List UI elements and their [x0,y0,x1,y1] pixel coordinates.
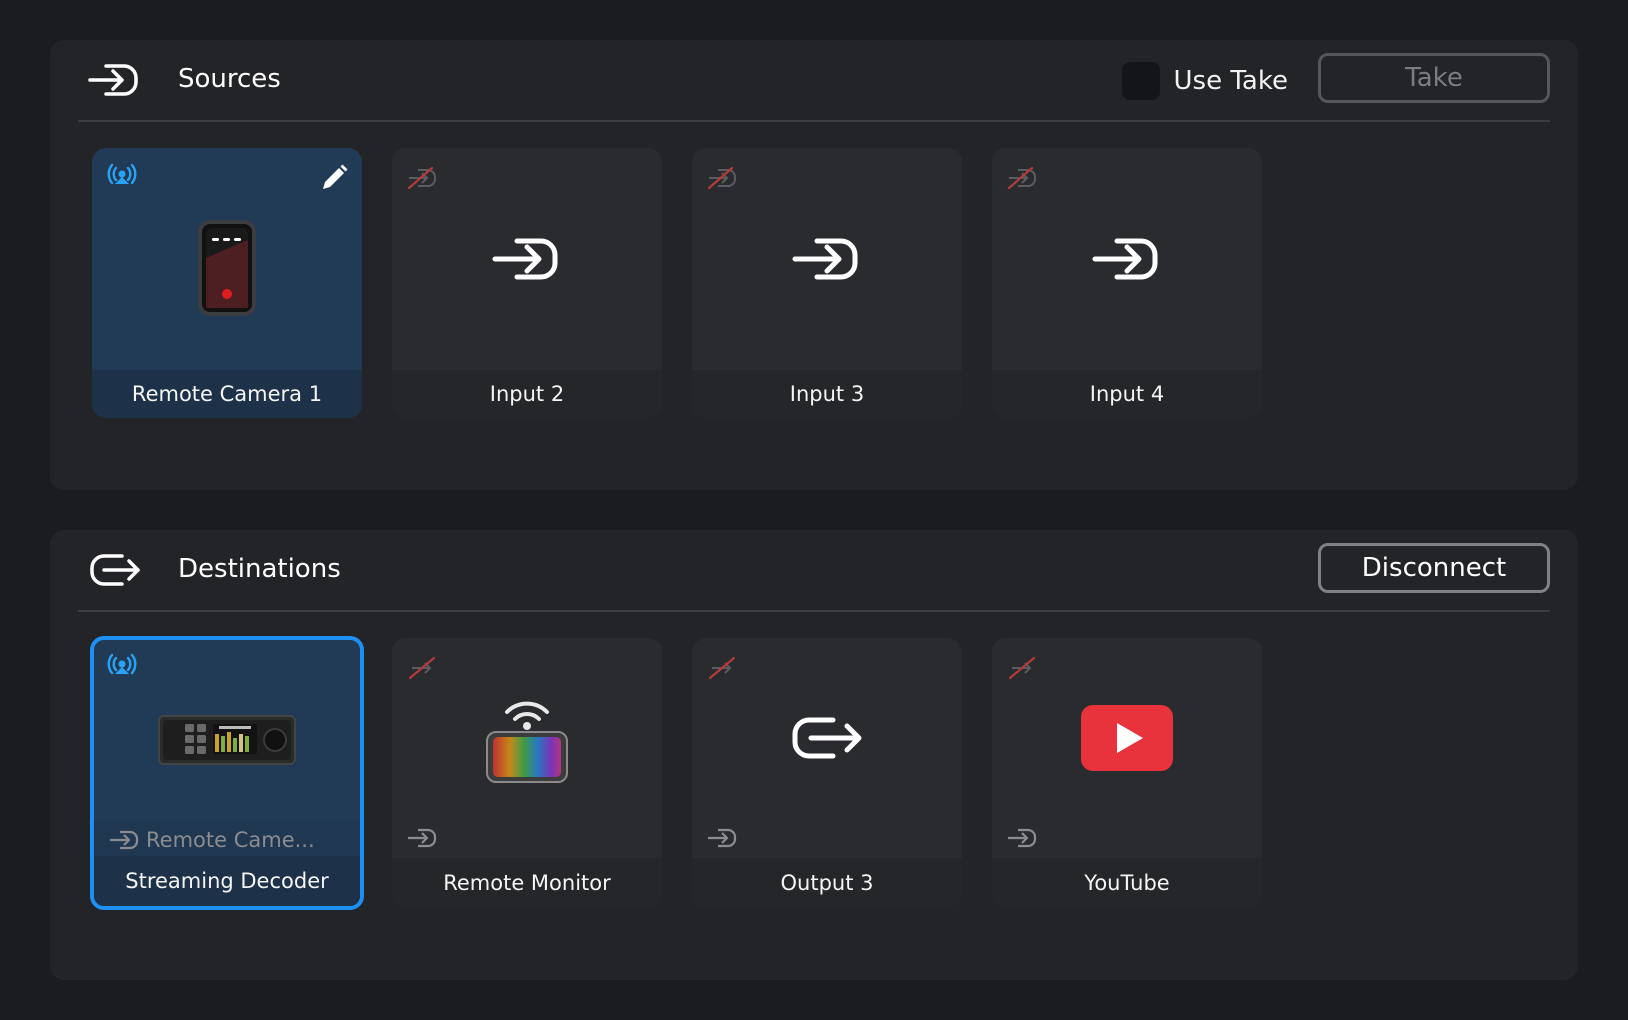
sources-title: Sources [178,64,281,94]
tile-label: YouTube [992,858,1262,908]
route-indicator [392,818,662,858]
destination-tile-output-3[interactable]: Output 3 [692,638,962,908]
tile-label: Remote Camera 1 [92,370,362,418]
input-icon [88,64,138,96]
input-icon [708,828,737,848]
input-icon [408,828,437,848]
destination-tile-remote-monitor[interactable]: Remote Monitor [392,638,662,908]
tile-label: Input 4 [992,370,1262,418]
sources-panel: Sources Use Take Take Remote Camera 1 In… [50,40,1578,490]
tile-label: Output 3 [692,858,962,908]
input-icon [1008,828,1037,848]
streaming-decoder-device-icon [158,715,296,765]
take-button[interactable]: Take [1318,53,1550,103]
output-icon [90,554,140,586]
route-indicator [692,818,962,858]
source-tile-input-4[interactable]: Input 4 [992,148,1262,418]
tile-label: Remote Monitor [392,858,662,908]
disconnect-button[interactable]: Disconnect [1318,543,1550,593]
tile-label: Streaming Decoder [94,856,360,906]
disconnected-input-icon [707,166,736,190]
input-icon [110,830,139,850]
source-tile-input-3[interactable]: Input 3 [692,148,962,418]
source-tile-remote-camera-1[interactable]: Remote Camera 1 [92,148,362,418]
output-icon [792,717,862,759]
route-indicator [992,818,1262,858]
sources-header: Sources Use Take Take [78,40,1550,122]
broadcast-connected-icon [107,163,137,185]
destinations-panel: Destinations Disconnect Remote Came... S… [50,530,1578,980]
input-icon [792,238,858,280]
use-take-label: Use Take [1173,66,1288,96]
input-icon [492,238,558,280]
route-indicator: Remote Came... [94,820,360,860]
disconnected-icon [1008,656,1036,680]
remote-monitor-icon [486,701,568,783]
disconnected-icon [408,656,436,680]
youtube-icon [1081,705,1173,771]
use-take-control[interactable]: Use Take [1121,60,1288,102]
broadcast-connected-icon [107,653,137,675]
remote-camera-device-icon [198,220,256,316]
disconnected-input-icon [1007,166,1036,190]
source-tile-input-2[interactable]: Input 2 [392,148,662,418]
pencil-edit-icon[interactable] [318,162,350,194]
input-icon [1092,238,1158,280]
destination-tile-streaming-decoder[interactable]: Remote Came... Streaming Decoder [90,636,364,910]
disconnected-input-icon [407,166,436,190]
route-source-label: Remote Came... [146,828,315,852]
destinations-header: Destinations Disconnect [78,530,1550,612]
tile-label: Input 2 [392,370,662,418]
destination-tile-youtube[interactable]: YouTube [992,638,1262,908]
use-take-checkbox[interactable] [1121,62,1160,100]
tile-label: Input 3 [692,370,962,418]
destinations-title: Destinations [178,554,341,584]
disconnected-icon [708,656,736,680]
